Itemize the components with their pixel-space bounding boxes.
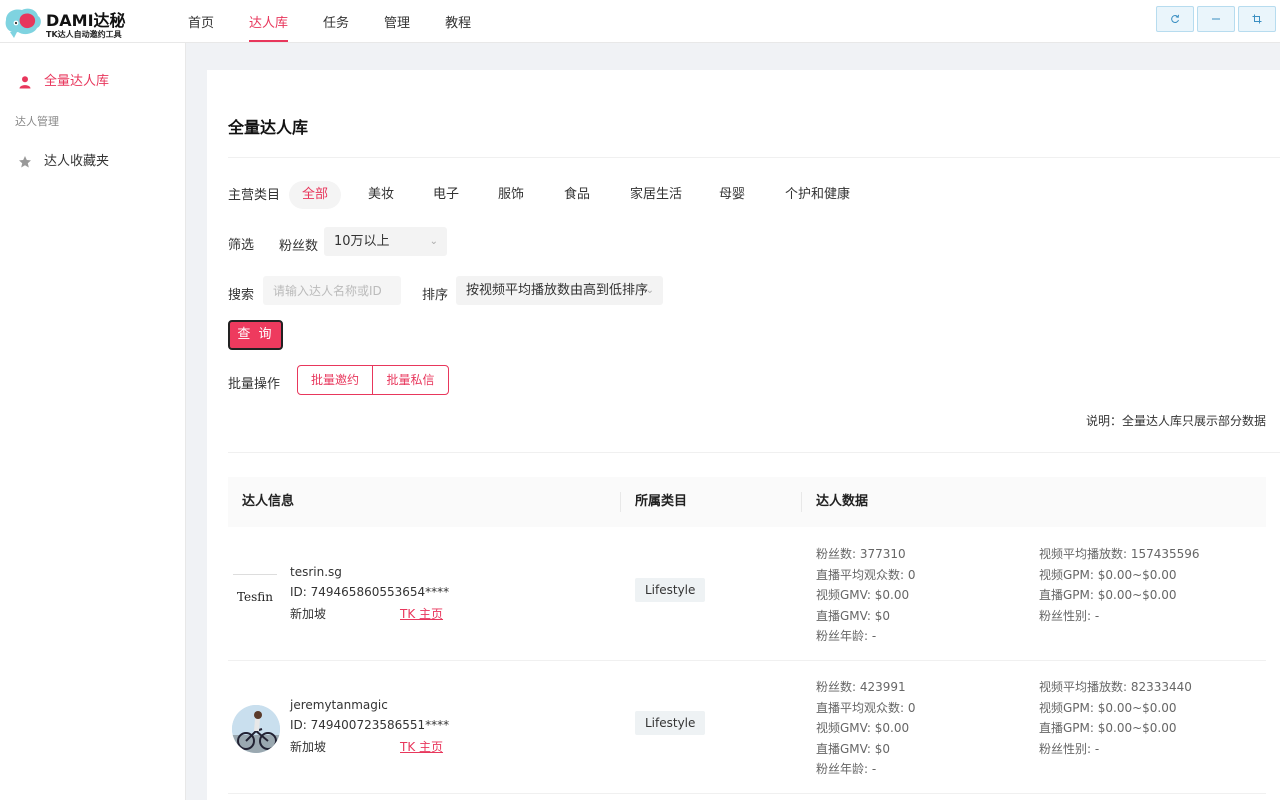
category-chip-beauty[interactable]: 美妆: [368, 181, 394, 209]
search-input[interactable]: [263, 276, 401, 305]
main-panel: 全量达人库 主营类目 全部 美妆 电子 服饰 食品 家居生活 母婴 个护和健康 …: [207, 70, 1280, 800]
stats-left: 粉丝数: 423991 直播平均观众数: 0 视频GMV: $0.00 直播GM…: [816, 677, 916, 780]
header-creator-data: 达人数据: [816, 494, 869, 509]
creator-name: tesrin.sg: [290, 565, 342, 579]
tk-homepage-link[interactable]: TK 主页: [400, 605, 443, 622]
stats-right: 视频平均播放数: 82333440 视频GPM: $0.00~$0.00 直播G…: [1039, 677, 1192, 759]
category-chip-personal-care[interactable]: 个护和健康: [785, 181, 850, 209]
refresh-icon: [1171, 14, 1179, 24]
sort-select-value: 按视频平均播放数由高到低排序: [466, 283, 649, 298]
divider: [228, 157, 1280, 158]
nav-home[interactable]: 首页: [176, 0, 226, 43]
stat-fan-gender: 粉丝性别: -: [1039, 741, 1100, 756]
nav-manage[interactable]: 管理: [372, 0, 422, 43]
minimize-button[interactable]: [1197, 6, 1235, 32]
avatar[interactable]: Tesfin: [233, 574, 277, 618]
logo-subtitle: TK达人自动邀约工具: [46, 30, 122, 39]
bulk-actions-label: 批量操作: [228, 377, 281, 392]
followers-select-value: 10万以上: [334, 234, 390, 249]
chevron-down-icon: ⌄: [645, 285, 654, 296]
category-chip-food[interactable]: 食品: [564, 181, 590, 209]
header-creator-info: 达人信息: [242, 494, 295, 509]
logo-icon: [5, 8, 41, 38]
stat-video-gpm: 视频GPM: $0.00~$0.00: [1039, 567, 1177, 582]
star-icon: [19, 156, 31, 168]
stat-fan-age: 粉丝年龄: -: [816, 762, 877, 776]
sidebar-group-label: 达人管理: [15, 115, 59, 128]
nav-tasks[interactable]: 任务: [311, 0, 361, 43]
avatar[interactable]: [232, 705, 280, 753]
category-chip-all[interactable]: 全部: [289, 181, 342, 209]
tk-homepage-link[interactable]: TK 主页: [400, 738, 443, 755]
divider: [228, 452, 1280, 453]
category-chip-electronics[interactable]: 电子: [433, 181, 459, 209]
page-title: 全量达人库: [228, 118, 309, 137]
stat-avg-video-views: 视频平均播放数: 82333440: [1039, 680, 1192, 694]
category-label: 主营类目: [228, 188, 281, 203]
sidebar-item-label: 全量达人库: [44, 74, 110, 89]
logo-title: DAMI达秘: [46, 11, 126, 30]
header-separator: [801, 492, 802, 512]
nav-tutorial[interactable]: 教程: [433, 0, 483, 43]
stat-followers: 粉丝数: 377310: [816, 547, 906, 561]
stat-live-gmv: 直播GMV: $0: [816, 608, 891, 623]
maximize-button[interactable]: [1238, 6, 1276, 32]
stat-followers: 粉丝数: 423991: [816, 680, 906, 694]
sort-label: 排序: [422, 288, 449, 303]
top-bar: DAMI达秘 TK达人自动邀约工具 首页 达人库 任务 管理 教程: [0, 0, 1280, 43]
stat-fan-age: 粉丝年龄: -: [816, 629, 877, 643]
sort-select[interactable]: 按视频平均播放数由高到低排序 ⌄: [456, 276, 663, 305]
maximize-icon: [1252, 14, 1262, 24]
followers-label: 粉丝数: [279, 239, 319, 254]
stat-video-gmv: 视频GMV: $0.00: [816, 721, 910, 735]
app-logo[interactable]: DAMI达秘 TK达人自动邀约工具: [4, 2, 144, 42]
category-chip-home[interactable]: 家居生活: [630, 181, 682, 209]
avatar-logo-text: Tesfin: [236, 590, 274, 604]
stat-fan-gender: 粉丝性别: -: [1039, 608, 1100, 623]
followers-select[interactable]: 10万以上 ⌄: [324, 227, 447, 256]
stat-live-viewers: 直播平均观众数: 0: [816, 700, 916, 715]
nav-creator-library[interactable]: 达人库: [237, 0, 300, 43]
data-note: 说明：全量达人库只展示部分数据: [1085, 414, 1266, 428]
category-tag: Lifestyle: [635, 578, 706, 602]
search-label: 搜索: [228, 288, 255, 303]
creator-id: ID: 749400723586551****: [290, 718, 450, 732]
stat-video-gmv: 视频GMV: $0.00: [816, 588, 910, 602]
chevron-down-icon: ⌄: [429, 236, 438, 247]
refresh-button[interactable]: [1156, 6, 1194, 32]
table-row: Tesfin tesrin.sg ID: 749465860553654****…: [228, 528, 1266, 661]
stat-live-viewers: 直播平均观众数: 0: [816, 567, 916, 582]
header-category: 所属类目: [635, 494, 688, 509]
stat-live-gpm: 直播GPM: $0.00~$0.00: [1039, 721, 1177, 735]
creator-name: jeremytanmagic: [290, 698, 388, 712]
minimize-icon: [1212, 18, 1220, 20]
stat-video-gpm: 视频GPM: $0.00~$0.00: [1039, 700, 1177, 715]
sidebar: 全量达人库 达人管理 达人收藏夹: [0, 43, 186, 800]
table-header: 达人信息 所属类目 达人数据: [228, 477, 1266, 527]
table-row: jeremytanmagic ID: 749400723586551**** 新…: [228, 661, 1266, 794]
filter-label: 筛选: [228, 238, 255, 253]
stat-live-gmv: 直播GMV: $0: [816, 741, 891, 756]
category-chip-apparel[interactable]: 服饰: [498, 181, 524, 209]
creator-region: 新加坡: [290, 740, 327, 754]
stats-right: 视频平均播放数: 157435596 视频GPM: $0.00~$0.00 直播…: [1039, 544, 1200, 626]
query-button[interactable]: 查 询: [228, 320, 283, 350]
stats-left: 粉丝数: 377310 直播平均观众数: 0 视频GMV: $0.00 直播GM…: [816, 544, 916, 647]
person-icon: [19, 76, 31, 89]
category-chip-baby[interactable]: 母婴: [719, 181, 745, 209]
main-nav: 首页 达人库 任务 管理 教程: [176, 0, 494, 43]
header-separator: [620, 492, 621, 512]
sidebar-item-favorites[interactable]: 达人收藏夹: [0, 142, 185, 182]
creator-id: ID: 749465860553654****: [290, 585, 450, 599]
stat-live-gpm: 直播GPM: $0.00~$0.00: [1039, 588, 1177, 602]
sidebar-item-label: 达人收藏夹: [44, 154, 110, 169]
stat-avg-video-views: 视频平均播放数: 157435596: [1039, 547, 1200, 561]
creator-region: 新加坡: [290, 607, 327, 621]
sidebar-item-all-creators[interactable]: 全量达人库: [0, 62, 185, 102]
avatar-photo: [232, 705, 280, 753]
bulk-message-button[interactable]: 批量私信: [372, 365, 449, 395]
bulk-invite-button[interactable]: 批量邀约: [297, 365, 373, 395]
category-tag: Lifestyle: [635, 711, 706, 735]
